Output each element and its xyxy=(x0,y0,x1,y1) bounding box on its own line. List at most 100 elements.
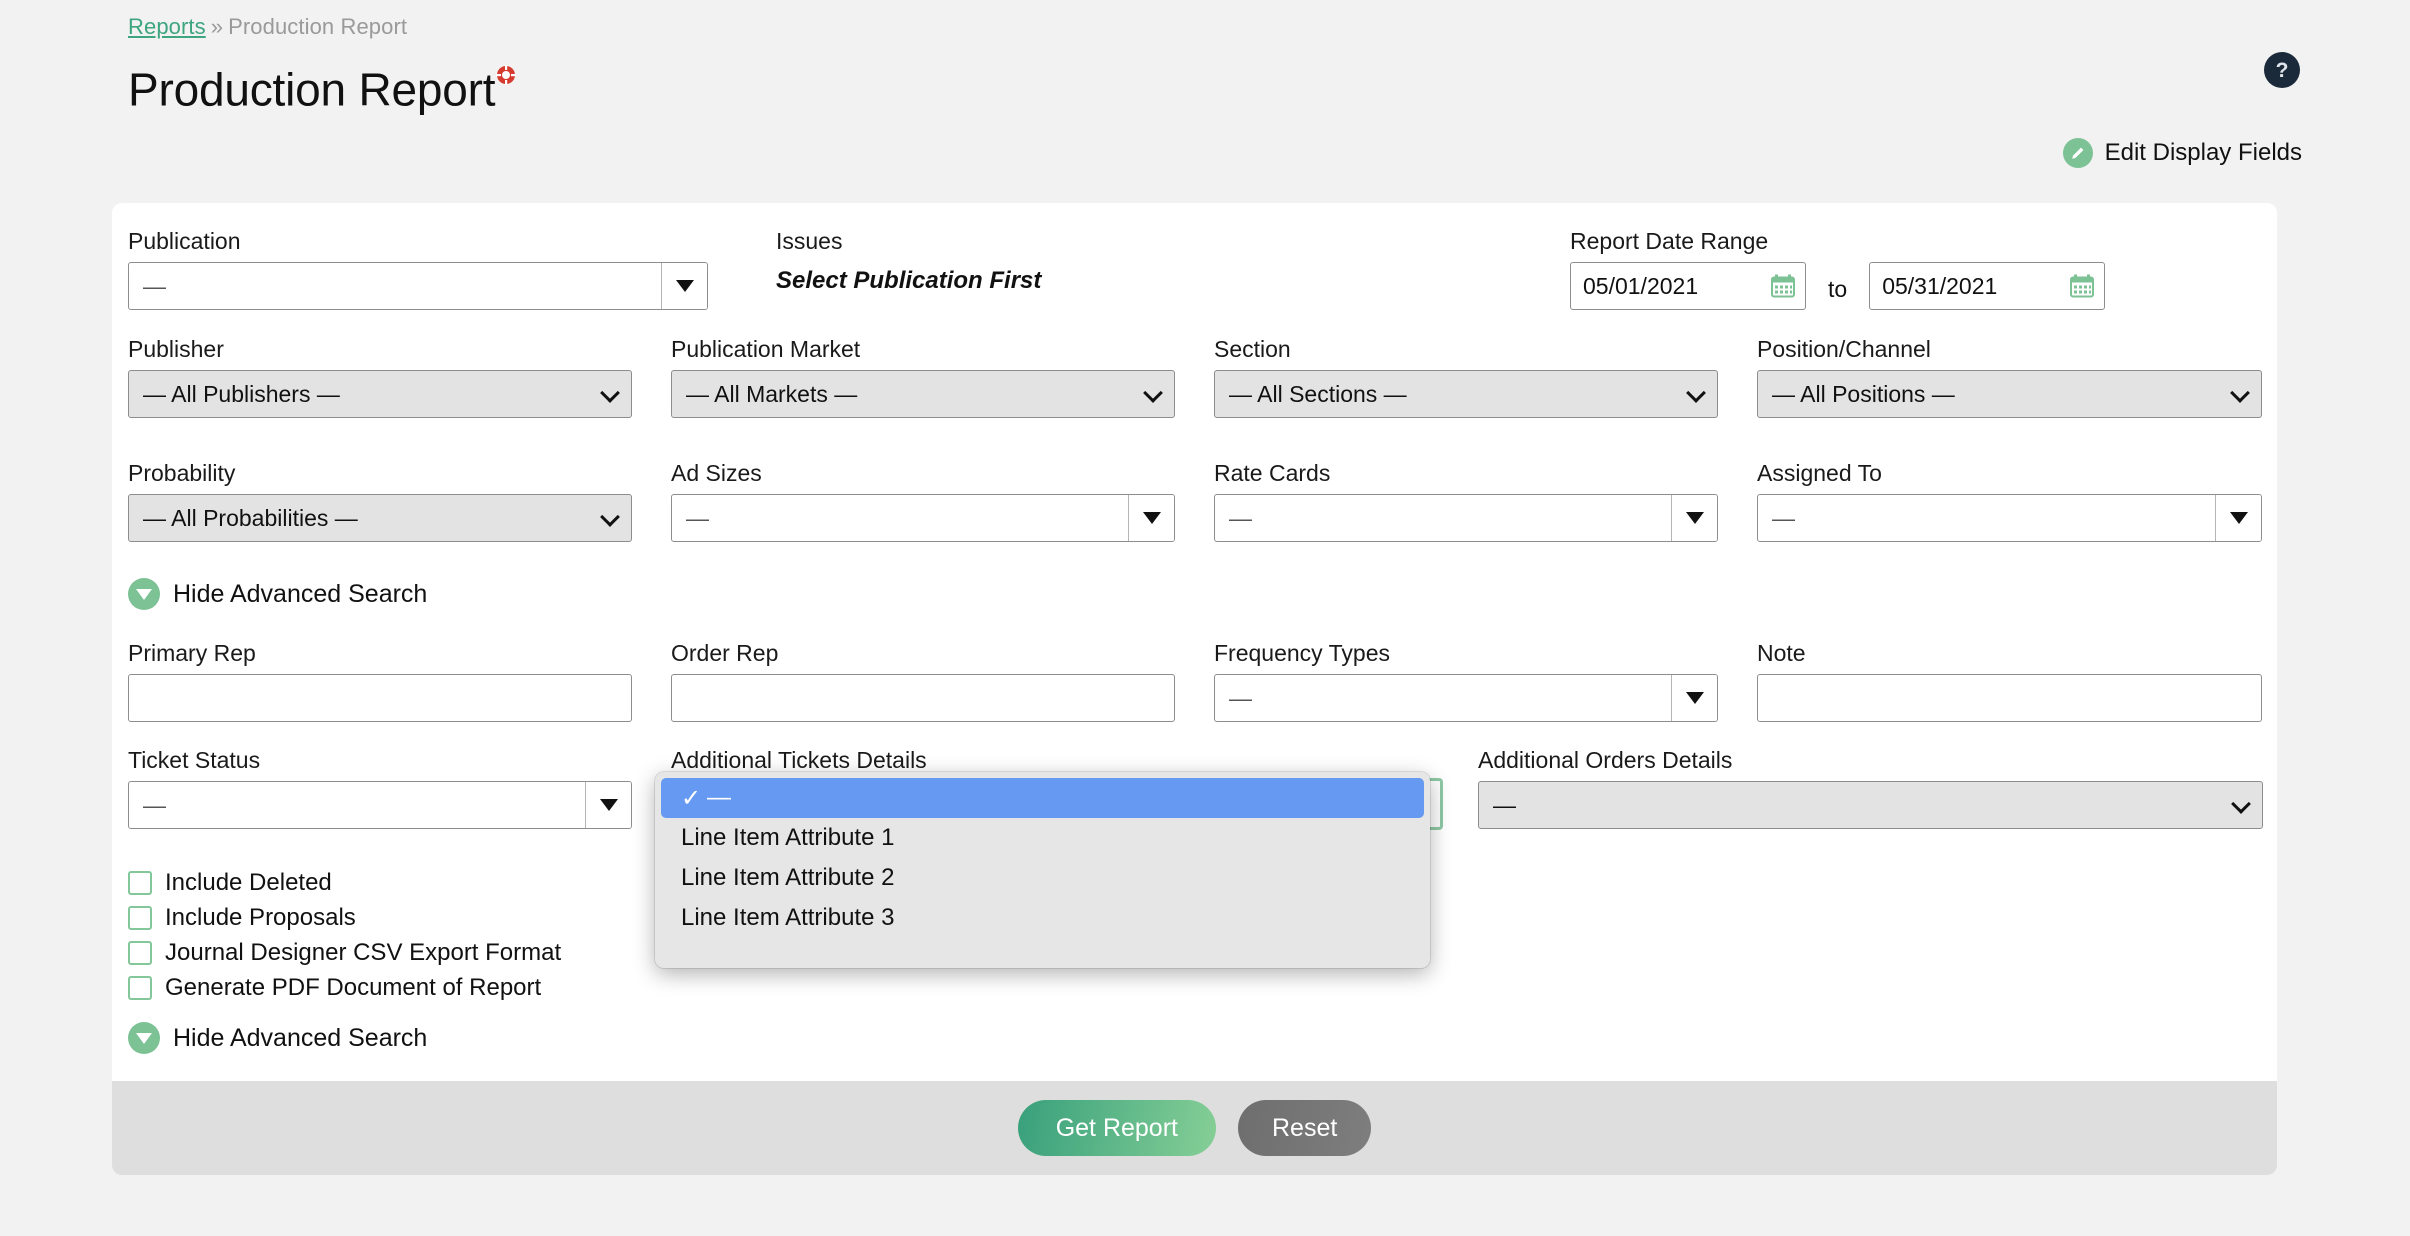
checkbox-box[interactable] xyxy=(128,905,152,930)
assigned-to-label: Assigned To xyxy=(1757,460,1882,486)
hide-advanced-search-toggle-top[interactable]: Hide Advanced Search xyxy=(128,578,427,610)
dropdown-option-2[interactable]: Line Item Attribute 2 xyxy=(655,858,1430,898)
breadcrumb-separator: » xyxy=(210,14,224,39)
checkbox-box[interactable] xyxy=(128,940,152,965)
reset-button[interactable]: Reset xyxy=(1237,1100,1372,1156)
report-date-range-label: Report Date Range xyxy=(1570,228,1769,254)
checkbox-journal-designer-csv[interactable]: Journal Designer CSV Export Format xyxy=(128,935,561,970)
breadcrumb: Reports» Production Report xyxy=(128,14,407,40)
help-button[interactable]: ? xyxy=(2264,52,2300,88)
position-channel-select[interactable]: — All Positions — xyxy=(1757,370,2262,418)
publisher-select[interactable]: — All Publishers — xyxy=(128,370,632,418)
dropdown-option-1[interactable]: Line Item Attribute 1 xyxy=(655,818,1430,858)
section-select-wrap: — All Sections — xyxy=(1214,370,1718,418)
date-to-wrap xyxy=(1869,262,2106,310)
dropdown-option-3[interactable]: Line Item Attribute 3 xyxy=(655,898,1430,938)
field-publisher: Publisher — All Publishers — xyxy=(128,336,632,418)
primary-rep-input[interactable] xyxy=(128,674,632,722)
field-publication-market: Publication Market — All Markets — xyxy=(671,336,1175,418)
pencil-icon xyxy=(2062,138,2093,168)
page-title-text: Production Report xyxy=(128,63,496,116)
order-rep-label: Order Rep xyxy=(671,640,779,666)
position-channel-label: Position/Channel xyxy=(1757,336,1931,362)
field-primary-rep: Primary Rep xyxy=(128,640,632,722)
date-from-input[interactable] xyxy=(1570,262,1806,310)
checkbox-box[interactable] xyxy=(128,975,152,1000)
checkbox-include-proposals[interactable]: Include Proposals xyxy=(128,900,561,935)
dropdown-option-label: Line Item Attribute 2 xyxy=(681,864,895,891)
field-additional-orders-details: Additional Orders Details — xyxy=(1478,747,2263,829)
date-from-wrap xyxy=(1570,262,1806,310)
chevron-down-icon xyxy=(661,263,707,309)
additional-tickets-details-dropdown[interactable]: ✓ — Line Item Attribute 1 Line Item Attr… xyxy=(655,772,1430,968)
chevron-down-icon xyxy=(585,782,631,828)
field-order-rep: Order Rep xyxy=(671,640,1175,722)
date-to-input[interactable] xyxy=(1869,262,2106,310)
field-report-date-range: Report Date Range to xyxy=(1570,228,2106,310)
publication-value: — xyxy=(143,272,166,299)
form-row-2: Publisher — All Publishers — Publication… xyxy=(128,336,2263,418)
field-frequency-types: Frequency Types — xyxy=(1214,640,1718,722)
ad-sizes-label: Ad Sizes xyxy=(671,460,762,486)
field-probability: Probability — All Probabilities — xyxy=(128,460,632,542)
field-note: Note xyxy=(1757,640,2262,722)
field-ticket-status: Ticket Status — xyxy=(128,747,632,829)
additional-tickets-details-label: Additional Tickets Details xyxy=(671,747,927,773)
ad-sizes-select[interactable]: — xyxy=(671,494,1175,542)
rate-cards-select[interactable]: — xyxy=(1214,494,1718,542)
field-assigned-to: Assigned To — xyxy=(1757,460,2262,542)
dropdown-option-0[interactable]: ✓ — xyxy=(661,778,1424,818)
checkbox-box[interactable] xyxy=(128,870,152,895)
publication-market-select[interactable]: — All Markets — xyxy=(671,370,1175,418)
dropdown-option-label: Line Item Attribute 3 xyxy=(681,904,895,931)
ticket-status-select[interactable]: — xyxy=(128,781,632,829)
form-footer: Get Report Reset xyxy=(112,1081,2277,1175)
dropdown-option-label: — xyxy=(707,784,731,811)
probability-label: Probability xyxy=(128,460,236,486)
field-position-channel: Position/Channel — All Positions — xyxy=(1757,336,2262,418)
probability-select[interactable]: — All Probabilities — xyxy=(128,494,632,542)
dropdown-option-label: Line Item Attribute 1 xyxy=(681,824,895,851)
hide-advanced-search-label-top: Hide Advanced Search xyxy=(173,579,428,608)
position-channel-select-wrap: — All Positions — xyxy=(1757,370,2262,418)
checkbox-generate-pdf[interactable]: Generate PDF Document of Report xyxy=(128,970,561,1005)
additional-orders-details-label: Additional Orders Details xyxy=(1478,747,1733,773)
publisher-select-wrap: — All Publishers — xyxy=(128,370,632,418)
publisher-label: Publisher xyxy=(128,336,224,362)
rate-cards-label: Rate Cards xyxy=(1214,460,1331,486)
publication-select[interactable]: — xyxy=(128,262,708,310)
section-select[interactable]: — All Sections — xyxy=(1214,370,1718,418)
check-icon: ✓ xyxy=(681,784,702,812)
field-ad-sizes: Ad Sizes — xyxy=(671,460,1175,542)
field-rate-cards: Rate Cards — xyxy=(1214,460,1718,542)
assigned-to-value: — xyxy=(1772,504,1795,531)
assigned-to-select[interactable]: — xyxy=(1757,494,2262,542)
checkbox-include-deleted[interactable]: Include Deleted xyxy=(128,865,561,900)
additional-orders-details-select[interactable]: — xyxy=(1478,781,2263,829)
field-issues: Issues Select Publication First xyxy=(776,228,1176,310)
section-label: Section xyxy=(1214,336,1291,362)
publication-label: Publication xyxy=(128,228,241,254)
checkbox-label: Journal Designer CSV Export Format xyxy=(165,938,562,966)
edit-display-fields-button[interactable]: Edit Display Fields xyxy=(2062,138,2302,168)
frequency-types-label: Frequency Types xyxy=(1214,640,1391,666)
get-report-button[interactable]: Get Report xyxy=(1017,1100,1216,1156)
publication-market-label: Publication Market xyxy=(671,336,861,362)
ad-sizes-value: — xyxy=(686,504,709,531)
frequency-types-select[interactable]: — xyxy=(1214,674,1718,722)
form-row-5-right: Additional Orders Details — xyxy=(1478,747,2263,829)
issues-label: Issues xyxy=(776,228,843,254)
chevron-down-icon xyxy=(1671,495,1717,541)
chevron-down-icon xyxy=(1671,675,1717,721)
lifebuoy-icon[interactable] xyxy=(496,42,517,85)
question-mark-icon: ? xyxy=(2275,58,2289,82)
hide-advanced-search-toggle-bottom[interactable]: Hide Advanced Search xyxy=(128,1022,427,1054)
breadcrumb-link-reports[interactable]: Reports xyxy=(128,14,206,39)
note-input[interactable] xyxy=(1757,674,2262,722)
frequency-types-value: — xyxy=(1229,684,1252,711)
order-rep-input[interactable] xyxy=(671,674,1175,722)
ticket-status-label: Ticket Status xyxy=(128,747,261,773)
chevron-down-icon xyxy=(1128,495,1174,541)
checkbox-label: Include Proposals xyxy=(165,903,356,931)
options-checkbox-group: Include Deleted Include Proposals Journa… xyxy=(128,865,561,1005)
